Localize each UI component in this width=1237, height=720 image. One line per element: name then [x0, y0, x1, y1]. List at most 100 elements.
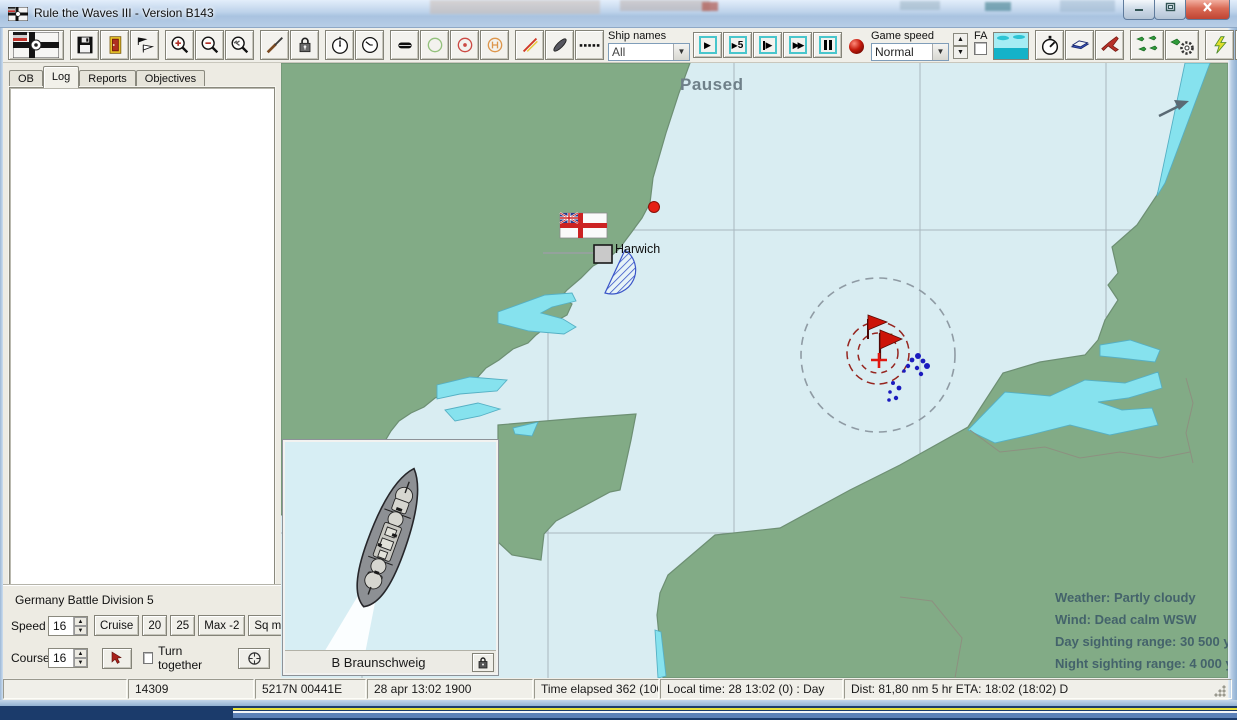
formation-wheel-button[interactable]	[238, 648, 270, 669]
ship-names-select[interactable]: All ▼	[608, 43, 690, 61]
surface-contact-icon	[395, 35, 415, 55]
chevron-down-icon[interactable]: ▼	[673, 44, 689, 60]
zoom-in-button[interactable]	[165, 30, 194, 60]
tab-log[interactable]: Log	[43, 66, 79, 88]
close-icon	[1202, 2, 1213, 12]
nation-flag-button[interactable]	[8, 30, 64, 60]
course-arrow-icon	[109, 650, 125, 666]
close-button[interactable]	[1185, 0, 1230, 20]
tab-ob[interactable]: OB	[9, 70, 43, 88]
red-target-button[interactable]	[450, 30, 479, 60]
background-window-edge	[233, 708, 1237, 710]
compass-button[interactable]	[1035, 30, 1064, 60]
spinner-up-icon[interactable]: ▲	[74, 649, 87, 658]
play-5-icon: ▶5	[729, 36, 747, 54]
night-sighting-line: Night sighting range: 4 000 yds	[1055, 653, 1228, 675]
sea-view-button[interactable]	[993, 32, 1029, 60]
status-blank	[3, 679, 127, 699]
fa-checkbox[interactable]	[974, 42, 987, 55]
tab-reports[interactable]: Reports	[79, 70, 136, 88]
german-navy-flag-icon	[13, 32, 59, 58]
aircraft-formation-button[interactable]	[1130, 30, 1164, 60]
spinner-down-icon[interactable]: ▼	[74, 658, 87, 667]
orange-h-button[interactable]	[480, 30, 509, 60]
game-speed-select[interactable]: Normal ▼	[871, 43, 949, 61]
zoom-previous-button[interactable]	[225, 30, 254, 60]
day-sighting-line: Day sighting range: 30 500 yds	[1055, 631, 1228, 653]
clock-alt-icon	[359, 34, 381, 56]
lock-icon	[295, 35, 315, 55]
log-book-button[interactable]	[1065, 30, 1094, 60]
save-button[interactable]	[70, 30, 99, 60]
window-title: Rule the Waves III - Version B143	[34, 6, 214, 20]
speed-25-button[interactable]: 25	[170, 615, 195, 636]
speed-cruise-button[interactable]: Cruise	[94, 615, 139, 636]
course-stepper[interactable]: 16 ▲▼	[48, 648, 88, 668]
lightning-button[interactable]	[1205, 30, 1234, 60]
paused-indicator: Paused	[680, 75, 743, 95]
speed-sphere-indicator	[849, 39, 864, 54]
minimize-button[interactable]	[1123, 0, 1155, 20]
orange-h-icon	[485, 35, 505, 55]
wind-line: Wind: Dead calm WSW	[1055, 609, 1228, 631]
inset-lock-button[interactable]	[472, 653, 494, 672]
exit-button[interactable]	[100, 30, 129, 60]
set-course-button[interactable]	[102, 648, 132, 669]
maximize-icon	[1165, 2, 1176, 12]
signal-flags-button[interactable]	[130, 30, 159, 60]
fa-group: FA	[974, 30, 987, 55]
clock-alt-button[interactable]	[355, 30, 384, 60]
contact-dot-marker[interactable]	[649, 202, 660, 213]
speed-stepper[interactable]: 16 ▲▼	[48, 616, 88, 636]
spinner-up-icon[interactable]: ▲	[74, 617, 87, 626]
enemy-aircraft-button[interactable]	[1095, 30, 1124, 60]
green-circle-button[interactable]	[420, 30, 449, 60]
zoom-out-button[interactable]	[195, 30, 224, 60]
background-window-strip	[0, 706, 1237, 720]
fast-forward-icon: ▶▶	[789, 36, 807, 54]
background-window-artifact	[1060, 0, 1115, 12]
tactical-map[interactable]: Paused Harwich Weather: Partly cloudy Wi…	[281, 63, 1228, 678]
british-white-ensign-flag[interactable]	[560, 213, 607, 238]
fast-forward-button[interactable]: ▶▶	[783, 32, 812, 58]
run-5-button[interactable]: ▶5	[723, 32, 752, 58]
pause-button[interactable]	[813, 32, 842, 58]
spinner-down-icon[interactable]: ▼	[953, 46, 968, 59]
clock-button[interactable]	[325, 30, 354, 60]
aircraft-settings-button[interactable]	[1165, 30, 1199, 60]
helm-wheel-icon	[247, 651, 262, 666]
port-name-label: Harwich	[615, 242, 660, 256]
tab-objectives[interactable]: Objectives	[136, 70, 205, 88]
maximize-button[interactable]	[1154, 0, 1186, 20]
lightning-icon	[1210, 34, 1230, 56]
app-icon	[8, 7, 28, 21]
torpedo-button[interactable]	[545, 30, 574, 60]
harwich-port-marker[interactable]	[594, 245, 612, 263]
status-id: 14309	[128, 679, 254, 699]
run-button[interactable]: ▶	[693, 32, 722, 58]
ship-names-group: Ship names All ▼	[608, 30, 690, 61]
spinner-down-icon[interactable]: ▼	[74, 626, 87, 635]
green-circle-icon	[425, 35, 445, 55]
chevron-down-icon[interactable]: ▼	[932, 44, 948, 60]
spinner-up-icon[interactable]: ▲	[953, 33, 968, 46]
dotted-line-button[interactable]	[575, 30, 604, 60]
gunnery-button[interactable]	[260, 30, 289, 60]
speed-value: 16	[49, 617, 73, 635]
ship-names-value: All	[609, 45, 673, 59]
game-speed-spinner[interactable]: ▲ ▼	[953, 33, 968, 59]
game-speed-value: Normal	[872, 45, 932, 59]
resize-grip[interactable]	[1214, 685, 1226, 697]
weather-line: Weather: Partly cloudy	[1055, 587, 1228, 609]
background-window-edge	[233, 713, 1237, 718]
step-button[interactable]: ▶	[753, 32, 782, 58]
turn-together-checkbox[interactable]	[143, 652, 153, 664]
game-speed-label: Game speed	[871, 30, 949, 42]
surface-contact-button[interactable]	[390, 30, 419, 60]
plot-line-button[interactable]	[515, 30, 544, 60]
log-list[interactable]	[9, 87, 275, 585]
background-window-artifact	[430, 0, 600, 14]
speed-20-button[interactable]: 20	[142, 615, 167, 636]
lock-button[interactable]	[290, 30, 319, 60]
speed-max-button[interactable]: Max -2	[198, 615, 245, 636]
